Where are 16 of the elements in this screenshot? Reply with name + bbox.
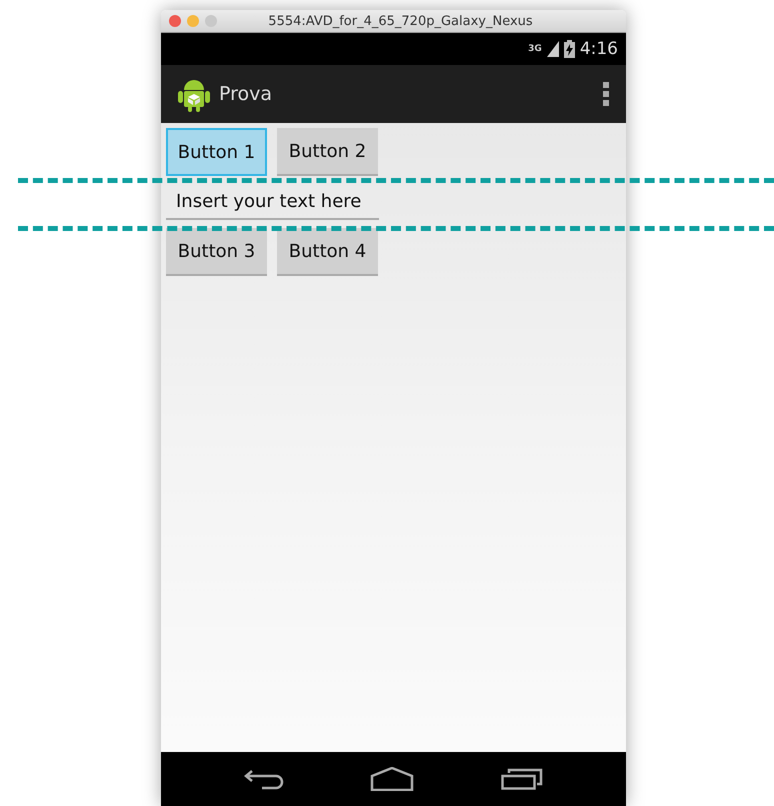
close-button[interactable] [169,15,181,27]
signal-icon [546,41,559,57]
battery-icon [564,40,575,58]
clock: 4:16 [580,39,618,59]
button[interactable]: Button 2 [277,128,378,176]
back-icon[interactable] [244,767,284,791]
overflow-menu-icon[interactable] [602,81,610,107]
text-field[interactable]: Insert your text here [166,184,379,220]
button[interactable]: Button 4 [277,228,378,276]
window-title: 5554:AVD_for_4_65_720p_Galaxy_Nexus [267,14,534,28]
home-icon[interactable] [370,767,414,791]
recent-apps-icon[interactable] [500,768,543,790]
network-type: 3G [528,44,542,54]
button[interactable]: Button 1 [166,128,267,176]
button[interactable]: Button 3 [166,228,267,276]
app-title: Prova [219,83,274,105]
